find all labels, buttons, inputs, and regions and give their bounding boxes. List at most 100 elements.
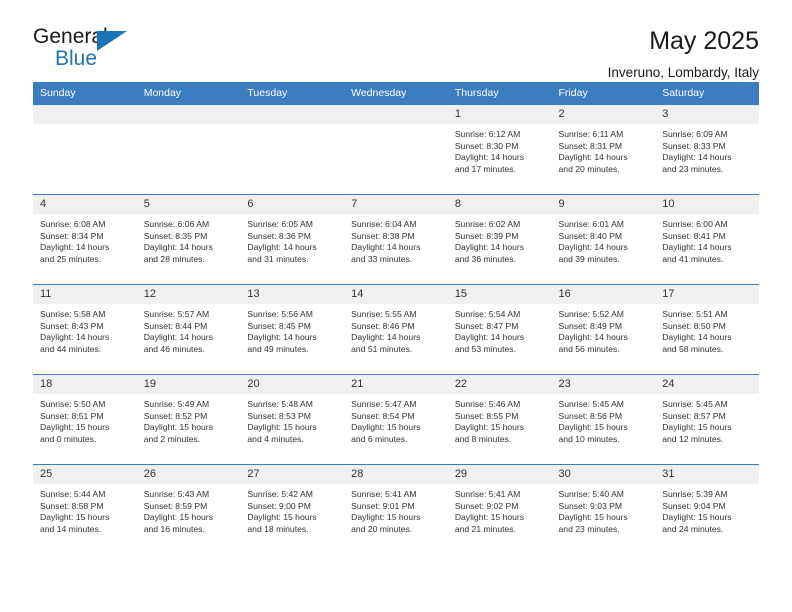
sunrise-text: Sunrise: 5:45 AM xyxy=(662,399,728,409)
sunrise-text: Sunrise: 6:04 AM xyxy=(351,219,417,229)
day-box xyxy=(136,105,241,194)
calendar-day-cell[interactable]: 28 Sunrise: 5:41 AM Sunset: 9:01 PM Dayligh… xyxy=(344,464,448,555)
calendar-day-cell[interactable]: 24 Sunrise: 5:45 AM Sunset: 8:57 PM Dayligh… xyxy=(655,374,759,465)
day-box: 20 Sunrise: 5:48 AM Sunset: 8:53 PM Dayligh… xyxy=(240,375,345,464)
day-number: 5 xyxy=(136,195,241,214)
calendar-week-row: 11 Sunrise: 5:58 AM Sunset: 8:43 PM Dayligh… xyxy=(33,284,759,375)
sunrise-text: Sunrise: 6:09 AM xyxy=(662,129,728,139)
daylight-text-line1: Daylight: 14 hours xyxy=(558,332,628,343)
daylight-text-line2: and 39 minutes. xyxy=(558,253,620,264)
calendar-day-cell[interactable]: 1 Sunrise: 6:12 AM Sunset: 8:30 PM Daylight… xyxy=(447,104,552,195)
day-number xyxy=(136,105,241,124)
sunset-text: Sunset: 8:52 PM xyxy=(143,410,208,421)
sunrise-text: Sunrise: 5:50 AM xyxy=(40,399,106,409)
calendar-day-cell[interactable]: 8 Sunrise: 6:02 AM Sunset: 8:39 PM Daylight… xyxy=(447,194,552,285)
sunrise-text: Sunrise: 5:57 AM xyxy=(143,309,210,319)
day-sun-info: Sunrise: 5:48 AM Sunset: 8:53 PM Daylight:… xyxy=(240,394,345,464)
day-box: 3 Sunrise: 6:09 AM Sunset: 8:33 PM Daylight… xyxy=(655,105,759,194)
calendar-day-cell[interactable]: 26 Sunrise: 5:43 AM Sunset: 8:59 PM Dayligh… xyxy=(136,464,241,555)
calendar-day-cell[interactable]: 5 Sunrise: 6:06 AM Sunset: 8:35 PM Daylight… xyxy=(136,194,241,285)
daylight-text-line2: and 16 minutes. xyxy=(143,523,205,534)
calendar-day-cell[interactable]: 17 Sunrise: 5:51 AM Sunset: 8:50 PM Dayligh… xyxy=(655,284,759,375)
calendar-day-cell[interactable]: 27 Sunrise: 5:42 AM Sunset: 9:00 PM Dayligh… xyxy=(240,464,345,555)
sunrise-text: Sunrise: 5:48 AM xyxy=(247,399,313,409)
sunset-text: Sunset: 8:41 PM xyxy=(662,230,726,241)
daylight-text-line1: Daylight: 14 hours xyxy=(558,242,628,253)
sunrise-text: Sunrise: 5:49 AM xyxy=(143,399,210,409)
page-title: May 2025 xyxy=(649,27,759,55)
calendar-day-cell[interactable]: 9 Sunrise: 6:01 AM Sunset: 8:40 PM Daylight… xyxy=(551,194,656,285)
daylight-text-line2: and 20 minutes. xyxy=(558,163,620,174)
daylight-text-line2: and 51 minutes. xyxy=(351,343,413,354)
calendar-day-cell[interactable]: 25 Sunrise: 5:44 AM Sunset: 8:58 PM Dayligh… xyxy=(33,464,137,555)
sunrise-text: Sunrise: 6:08 AM xyxy=(40,219,106,229)
day-box xyxy=(240,105,345,194)
sunrise-text: Sunrise: 5:40 AM xyxy=(558,489,624,499)
sunset-text: Sunset: 9:03 PM xyxy=(558,500,623,511)
calendar-day-cell[interactable]: 2 Sunrise: 6:11 AM Sunset: 8:31 PM Daylight… xyxy=(551,104,656,195)
calendar-day-cell[interactable]: 22 Sunrise: 5:46 AM Sunset: 8:55 PM Dayligh… xyxy=(447,374,552,465)
logo-triangle-icon xyxy=(97,31,127,51)
daylight-text-line2: and 17 minutes. xyxy=(454,163,516,174)
calendar-day-cell[interactable]: 30 Sunrise: 5:40 AM Sunset: 9:03 PM Dayligh… xyxy=(551,464,656,555)
daylight-text-line1: Daylight: 15 hours xyxy=(143,512,213,523)
calendar-day-cell[interactable]: 21 Sunrise: 5:47 AM Sunset: 8:54 PM Dayligh… xyxy=(344,374,448,465)
sunset-text: Sunset: 8:46 PM xyxy=(351,320,415,331)
day-sun-info: Sunrise: 6:05 AM Sunset: 8:36 PM Daylight:… xyxy=(240,214,345,284)
daylight-text-line2: and 8 minutes. xyxy=(454,433,512,444)
calendar-day-cell[interactable]: 11 Sunrise: 5:58 AM Sunset: 8:43 PM Dayligh… xyxy=(33,284,137,375)
calendar-day-cell[interactable]: 4 Sunrise: 6:08 AM Sunset: 8:34 PM Daylight… xyxy=(33,194,137,285)
weekday-header-sunday: Sunday xyxy=(33,82,137,105)
sunset-text: Sunset: 8:30 PM xyxy=(454,140,519,151)
sunrise-text: Sunrise: 5:46 AM xyxy=(454,399,521,409)
day-sun-info: Sunrise: 5:54 AM Sunset: 8:47 PM Daylight:… xyxy=(447,304,552,374)
calendar-day-cell[interactable]: 13 Sunrise: 5:56 AM Sunset: 8:45 PM Dayligh… xyxy=(240,284,345,375)
sunset-text: Sunset: 8:36 PM xyxy=(247,230,311,241)
day-number: 4 xyxy=(33,195,137,214)
calendar-day-cell[interactable]: 7 Sunrise: 6:04 AM Sunset: 8:38 PM Daylight… xyxy=(344,194,448,285)
calendar-day-cell[interactable]: 3 Sunrise: 6:09 AM Sunset: 8:33 PM Daylight… xyxy=(655,104,759,195)
calendar-day-cell[interactable]: 23 Sunrise: 5:45 AM Sunset: 8:56 PM Dayligh… xyxy=(551,374,656,465)
day-number: 22 xyxy=(447,375,552,394)
daylight-text-line1: Daylight: 14 hours xyxy=(662,332,732,343)
calendar-day-cell[interactable]: 16 Sunrise: 5:52 AM Sunset: 8:49 PM Dayligh… xyxy=(551,284,656,375)
day-number: 19 xyxy=(136,375,241,394)
day-number: 13 xyxy=(240,285,345,304)
daylight-text-line2: and 2 minutes. xyxy=(143,433,201,444)
calendar-day-cell[interactable]: 10 Sunrise: 6:00 AM Sunset: 8:41 PM Dayligh… xyxy=(655,194,759,285)
daylight-text-line1: Daylight: 14 hours xyxy=(40,332,110,343)
sunrise-text: Sunrise: 5:58 AM xyxy=(40,309,106,319)
daylight-text-line2: and 56 minutes. xyxy=(558,343,620,354)
day-sun-info: Sunrise: 5:41 AM Sunset: 9:01 PM Daylight:… xyxy=(344,484,448,555)
calendar-week-row: 4 Sunrise: 6:08 AM Sunset: 8:34 PM Daylight… xyxy=(33,194,759,285)
daylight-text-line1: Daylight: 14 hours xyxy=(143,242,213,253)
daylight-text-line1: Daylight: 14 hours xyxy=(247,332,317,343)
weekday-header-wednesday: Wednesday xyxy=(344,82,448,105)
daylight-text-line1: Daylight: 15 hours xyxy=(247,512,317,523)
day-sun-info: Sunrise: 5:41 AM Sunset: 9:02 PM Daylight:… xyxy=(447,484,552,555)
day-sun-info: Sunrise: 6:06 AM Sunset: 8:35 PM Daylight:… xyxy=(136,214,241,284)
day-box: 5 Sunrise: 6:06 AM Sunset: 8:35 PM Daylight… xyxy=(136,195,241,284)
day-number xyxy=(33,105,137,124)
calendar-day-cell[interactable]: 12 Sunrise: 5:57 AM Sunset: 8:44 PM Dayligh… xyxy=(136,284,241,375)
day-box: 7 Sunrise: 6:04 AM Sunset: 8:38 PM Daylight… xyxy=(344,195,448,284)
sunset-text: Sunset: 8:49 PM xyxy=(558,320,623,331)
calendar-day-cell[interactable]: 19 Sunrise: 5:49 AM Sunset: 8:52 PM Dayligh… xyxy=(136,374,241,465)
daylight-text-line1: Daylight: 15 hours xyxy=(662,512,732,523)
general-blue-logo[interactable]: General Blue xyxy=(33,26,153,74)
day-sun-info: Sunrise: 5:47 AM Sunset: 8:54 PM Daylight:… xyxy=(344,394,448,464)
day-sun-info: Sunrise: 5:49 AM Sunset: 8:52 PM Daylight:… xyxy=(136,394,241,464)
sunset-text: Sunset: 8:59 PM xyxy=(143,500,208,511)
day-sun-info: Sunrise: 5:46 AM Sunset: 8:55 PM Daylight:… xyxy=(447,394,552,464)
calendar-day-cell[interactable]: 14 Sunrise: 5:55 AM Sunset: 8:46 PM Dayligh… xyxy=(344,284,448,375)
calendar-day-cell[interactable]: 15 Sunrise: 5:54 AM Sunset: 8:47 PM Dayligh… xyxy=(447,284,552,375)
sunrise-text: Sunrise: 5:51 AM xyxy=(662,309,728,319)
calendar-day-cell[interactable]: 20 Sunrise: 5:48 AM Sunset: 8:53 PM Dayligh… xyxy=(240,374,345,465)
calendar-day-cell[interactable]: 6 Sunrise: 6:05 AM Sunset: 8:36 PM Daylight… xyxy=(240,194,345,285)
day-sun-info xyxy=(136,124,241,194)
calendar-day-cell[interactable]: 18 Sunrise: 5:50 AM Sunset: 8:51 PM Dayligh… xyxy=(33,374,137,465)
page-header: General Blue May 2025 Inveruno, Lombardy… xyxy=(33,0,759,80)
daylight-text-line2: and 28 minutes. xyxy=(143,253,205,264)
calendar-day-cell[interactable]: 31 Sunrise: 5:39 AM Sunset: 9:04 PM Dayligh… xyxy=(655,464,759,555)
calendar-day-cell[interactable]: 29 Sunrise: 5:41 AM Sunset: 9:02 PM Dayligh… xyxy=(447,464,552,555)
